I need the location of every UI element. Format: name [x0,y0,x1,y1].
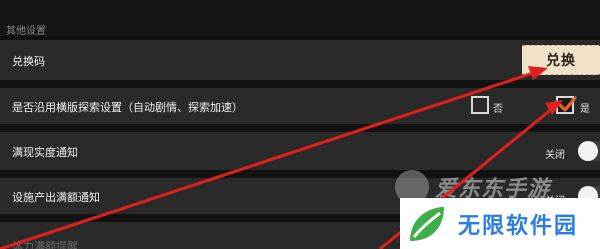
option-yes-label: 是 [580,104,590,115]
redeem-button[interactable]: 兑换 [522,45,600,75]
row-divider [0,124,600,132]
watermark-bottom: 无限软件园 [400,198,600,249]
realtime-notice-label: 满现实度通知 [12,146,78,159]
facility-notice-label: 设施产出满额通知 [12,191,100,204]
realtime-notice-state: 关闭 [545,150,565,161]
redeem-code-label: 兑换码 [12,55,45,68]
redeem-code-row: 兑换码 [0,40,600,80]
row-divider [0,80,600,88]
section-title: 其他设置 [6,26,46,37]
redeem-button-label: 兑换 [546,53,576,69]
watermark-bottom-text: 无限软件园 [458,213,579,239]
realtime-notice-row: 满现实度通知 [0,132,600,170]
toggle-knob [578,141,598,161]
partial-row-label: 体力满额提醒 [12,240,78,249]
landscape-settings-label: 是否沿用横版探索设置（自动剧情、探索加速） [12,101,243,114]
option-no-checkbox[interactable] [471,96,489,114]
option-yes-checkbox[interactable] [556,96,577,114]
watermark-leaf-icon [404,201,450,247]
section-header: 其他设置 [0,0,600,37]
realtime-notice-toggle[interactable] [578,141,600,161]
landscape-settings-row: 是否沿用横版探索设置（自动剧情、探索加速） [0,88,600,124]
checkmark-icon [558,96,577,112]
option-no-label: 否 [493,104,503,115]
